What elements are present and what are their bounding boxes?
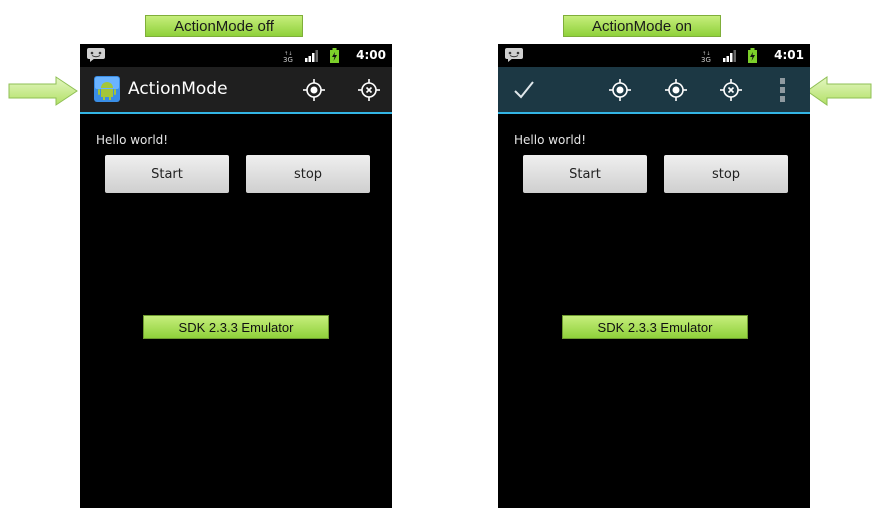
notification-message-icon: [505, 48, 523, 62]
network-3g-icon: ↑↓ 3G: [283, 51, 293, 63]
signal-strength-icon: [305, 50, 318, 62]
emulator-label: SDK 2.3.3 Emulator: [143, 315, 329, 339]
android-app-icon[interactable]: [94, 76, 120, 102]
start-button[interactable]: Start: [105, 155, 229, 193]
locate-icon[interactable]: [608, 78, 632, 102]
caption-actionmode-on: ActionMode on: [563, 15, 721, 37]
done-check-icon[interactable]: [512, 78, 536, 102]
battery-charging-icon: [748, 48, 757, 63]
arrow-right-icon: [8, 76, 78, 106]
action-bar: ActionMode: [80, 67, 392, 114]
app-title: ActionMode: [128, 79, 228, 99]
battery-charging-icon: [330, 48, 339, 63]
locate-icon[interactable]: [664, 78, 688, 102]
arrow-left-icon: [806, 76, 872, 106]
stop-button[interactable]: stop: [664, 155, 788, 193]
start-button[interactable]: Start: [523, 155, 647, 193]
svg-text:3G: 3G: [283, 56, 293, 63]
phone-screen-actionmode-on: ↑↓ 3G 4:01 Hello world! Start stop SDK 2…: [498, 44, 810, 508]
caption-actionmode-off: ActionMode off: [145, 15, 303, 37]
signal-strength-icon: [723, 50, 736, 62]
status-bar: ↑↓ 3G 4:01: [498, 44, 810, 67]
network-3g-icon: ↑↓ 3G: [701, 51, 711, 63]
contextual-action-bar: [498, 67, 810, 114]
phone-screen-actionmode-off: ↑↓ 3G 4:00 ActionMode Hello world! Start…: [80, 44, 392, 508]
hello-text: Hello world!: [96, 133, 169, 147]
hello-text: Hello world!: [514, 133, 587, 147]
emulator-label: SDK 2.3.3 Emulator: [562, 315, 748, 339]
status-time: 4:01: [774, 48, 804, 62]
notification-message-icon: [87, 48, 105, 62]
status-time: 4:00: [356, 48, 386, 62]
status-bar: ↑↓ 3G 4:00: [80, 44, 392, 67]
svg-text:3G: 3G: [701, 56, 711, 63]
stop-button[interactable]: stop: [246, 155, 370, 193]
overflow-menu-icon[interactable]: [779, 77, 787, 103]
locate-cancel-icon[interactable]: [719, 78, 743, 102]
locate-icon[interactable]: [302, 78, 326, 102]
locate-cancel-icon[interactable]: [357, 78, 381, 102]
